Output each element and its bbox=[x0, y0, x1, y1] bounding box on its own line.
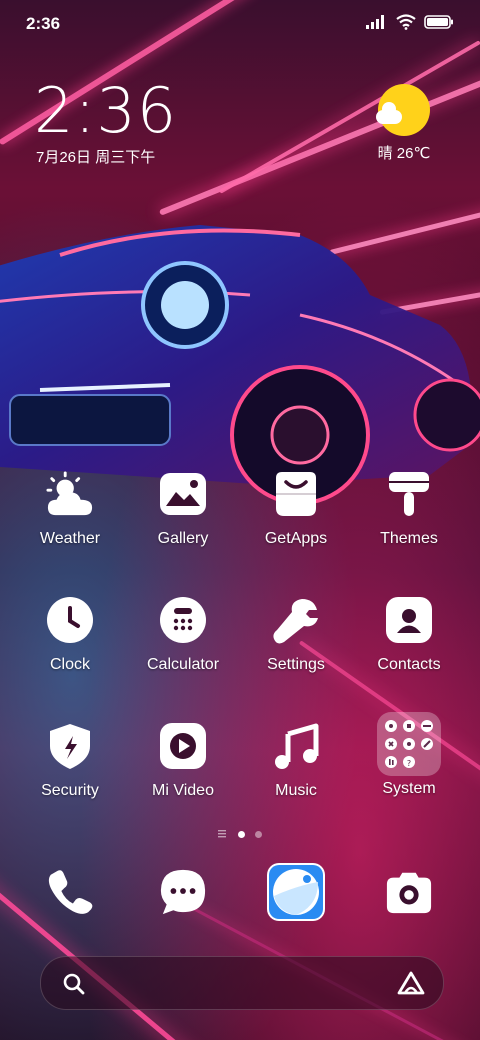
search-bar[interactable] bbox=[40, 956, 444, 1010]
browser-icon bbox=[266, 862, 326, 922]
page-dot-active bbox=[238, 830, 245, 838]
calculator-icon bbox=[159, 596, 207, 644]
app-settings[interactable]: Settings bbox=[241, 596, 351, 674]
gallery-icon bbox=[159, 470, 207, 518]
page-dot bbox=[255, 830, 262, 838]
svg-text:?: ? bbox=[407, 759, 411, 768]
app-clock[interactable]: Clock bbox=[15, 596, 125, 674]
contacts-icon bbox=[385, 596, 433, 644]
app-label: Weather bbox=[39, 530, 101, 547]
signal-icon bbox=[366, 15, 384, 29]
clock-widget-time[interactable]: 2:36 bbox=[34, 74, 177, 147]
weather-icon bbox=[46, 470, 94, 518]
app-label: Calculator bbox=[146, 656, 220, 673]
dock-phone[interactable] bbox=[15, 868, 125, 916]
app-label: Music bbox=[275, 782, 317, 799]
mi-video-icon bbox=[159, 722, 207, 770]
app-music[interactable]: Music bbox=[241, 722, 351, 800]
app-label: Security bbox=[41, 782, 99, 799]
dock-camera[interactable] bbox=[354, 868, 464, 916]
sunny-weather-icon bbox=[376, 84, 430, 136]
app-calculator[interactable]: Calculator bbox=[128, 596, 238, 674]
app-label: System bbox=[382, 780, 436, 797]
status-icons bbox=[366, 14, 454, 30]
status-time: 2:36 bbox=[26, 14, 61, 33]
app-security[interactable]: Security bbox=[15, 722, 125, 800]
security-shield-icon bbox=[46, 722, 94, 770]
settings-wrench-icon bbox=[272, 596, 320, 644]
menu-page-icon bbox=[218, 830, 226, 838]
status-bar: 2:36 bbox=[0, 0, 480, 48]
weather-widget-temp: 晴 26℃ bbox=[377, 145, 431, 162]
assistant-icon[interactable] bbox=[397, 971, 425, 995]
phone-icon bbox=[46, 868, 94, 916]
app-contacts[interactable]: Contacts bbox=[354, 596, 464, 674]
app-label: Settings bbox=[267, 656, 325, 673]
search-icon bbox=[63, 973, 85, 995]
clock-widget-date: 7月26日 周三下午 bbox=[36, 149, 156, 166]
weather-widget[interactable]: 晴 26℃ bbox=[364, 84, 444, 163]
app-getapps[interactable]: GetApps bbox=[241, 470, 351, 548]
page-indicator[interactable] bbox=[0, 830, 480, 838]
app-label: Clock bbox=[49, 656, 90, 673]
music-icon bbox=[272, 722, 320, 770]
app-themes[interactable]: Themes bbox=[354, 470, 464, 548]
camera-icon bbox=[385, 868, 433, 916]
app-label: Mi Video bbox=[152, 782, 214, 799]
app-mi-video[interactable]: Mi Video bbox=[128, 722, 238, 800]
app-label: Themes bbox=[380, 530, 438, 547]
messaging-icon bbox=[159, 868, 207, 916]
dock-browser[interactable] bbox=[241, 862, 351, 922]
wifi-icon bbox=[396, 14, 416, 30]
themes-icon bbox=[385, 470, 433, 518]
system-folder-icon: ? bbox=[377, 712, 441, 776]
app-label: Contacts bbox=[377, 656, 441, 673]
clock-icon bbox=[46, 596, 94, 644]
app-gallery[interactable]: Gallery bbox=[128, 470, 238, 548]
app-system-folder[interactable]: ? System bbox=[354, 712, 464, 798]
app-label: GetApps bbox=[264, 530, 328, 547]
app-label: Gallery bbox=[157, 530, 209, 547]
dock-messaging[interactable] bbox=[128, 868, 238, 916]
getapps-icon bbox=[272, 470, 320, 518]
battery-icon bbox=[424, 15, 453, 29]
app-weather[interactable]: Weather bbox=[15, 470, 125, 548]
